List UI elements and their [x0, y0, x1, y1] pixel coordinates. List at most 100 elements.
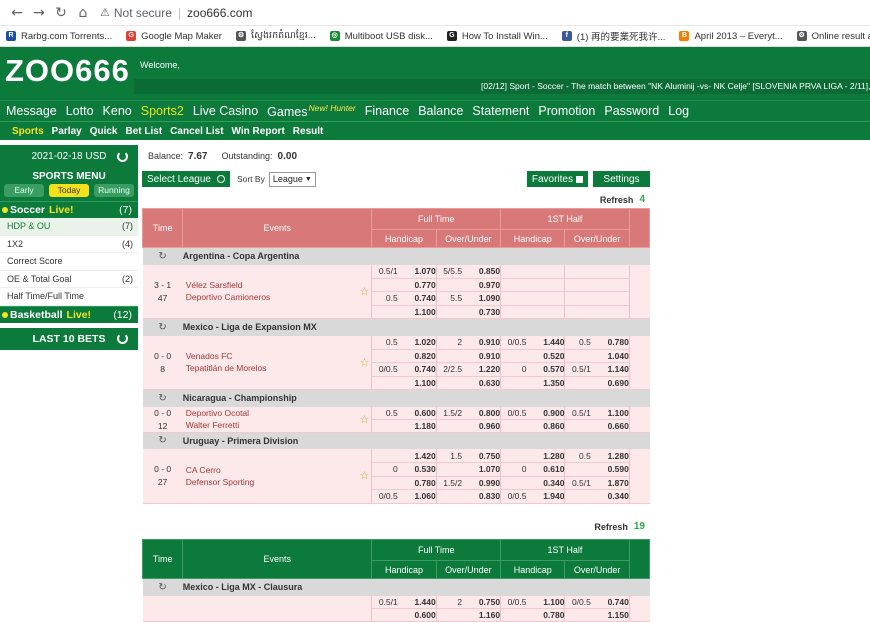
nav-sports2[interactable]: Sports2 [141, 104, 184, 118]
odds-cell[interactable]: 0.5/1 1.070 [371, 264, 437, 279]
bookmark-item[interactable]: G How To Install Win... [446, 31, 548, 42]
odds-cell[interactable]: 1.160 [435, 608, 501, 622]
odds-cell[interactable]: 0.5/1 1.100 [564, 406, 630, 420]
home-team[interactable]: Venados FC [186, 350, 360, 362]
odds-cell[interactable]: 0.960 [435, 419, 501, 433]
odds-cell[interactable]: 1.350 [500, 376, 565, 390]
odds-cell[interactable]: 0.730 [435, 305, 501, 319]
odds-cell[interactable]: 1.150 [564, 608, 630, 622]
odds-value[interactable]: 0.740 [404, 292, 435, 304]
odds-cell[interactable]: 0/0.5 1.100 [500, 595, 565, 609]
odds-cell[interactable] [500, 305, 565, 319]
select-league-button[interactable]: Select League [142, 171, 230, 187]
nav-keno[interactable]: Keno [103, 104, 132, 118]
odds-cell[interactable] [500, 278, 565, 292]
nav-finance[interactable]: Finance [365, 104, 409, 118]
sport-basketball[interactable]: Basketball Live! (12) [0, 305, 138, 323]
odds-value[interactable]: 1.150 [597, 609, 629, 621]
odds-cell[interactable]: 0.5/1 1.440 [371, 595, 437, 609]
subnav-sports[interactable]: Sports [12, 126, 44, 137]
odds-value[interactable]: 0.740 [404, 363, 435, 375]
odds-cell[interactable]: 0.690 [564, 376, 630, 390]
odds-value[interactable]: 0.780 [597, 336, 629, 348]
odds-value[interactable]: 1.440 [404, 596, 435, 608]
odds-cell[interactable]: 0.340 [500, 476, 565, 490]
odds-value[interactable]: 1.440 [532, 336, 564, 348]
odds-value[interactable]: 0.990 [468, 477, 500, 489]
odds-value[interactable]: 1.100 [404, 377, 435, 389]
star-icon[interactable]: ☆ [359, 356, 371, 369]
refresh-button[interactable]: Refresh [594, 522, 628, 532]
nav-promotion[interactable]: Promotion [538, 104, 595, 118]
odds-cell[interactable]: 0 0.570 [500, 362, 565, 377]
back-icon[interactable]: ← [6, 5, 28, 21]
sport-soccer[interactable]: Soccer Live! (7) [0, 201, 138, 218]
subnav-bet-list[interactable]: Bet List [126, 126, 163, 137]
odds-cell[interactable]: 1.5/2 0.990 [435, 476, 501, 490]
odds-cell[interactable]: 0.660 [564, 419, 630, 433]
odds-value[interactable]: 1.160 [468, 609, 500, 621]
odds-cell[interactable] [564, 305, 630, 319]
odds-cell[interactable]: 1.5/2 0.800 [435, 406, 501, 420]
nav-games[interactable]: GamesNew! Hunter [267, 103, 356, 119]
odds-cell[interactable]: 2 0.910 [435, 335, 501, 350]
odds-value[interactable]: 0.750 [468, 596, 500, 608]
odds-value[interactable]: 0.960 [468, 420, 500, 432]
nav-password[interactable]: Password [604, 104, 659, 118]
odds-cell[interactable]: 0/0.5 0.900 [500, 406, 565, 420]
odds-cell[interactable] [564, 264, 630, 279]
odds-value[interactable]: 0.740 [597, 596, 629, 608]
site-logo[interactable]: ZOO666 [5, 53, 130, 89]
subnav-result[interactable]: Result [293, 126, 324, 137]
subnav-quick[interactable]: Quick [90, 126, 118, 137]
odds-cell[interactable]: 0.5/1 1.870 [564, 476, 630, 490]
odds-cell[interactable]: 0.970 [435, 278, 501, 292]
odds-cell[interactable]: 2 0.750 [435, 595, 501, 609]
forward-icon[interactable]: → [28, 5, 50, 21]
odds-value[interactable]: 1.220 [468, 363, 500, 375]
odds-cell[interactable]: 1.5 0.750 [435, 449, 501, 463]
star-icon[interactable]: ☆ [359, 469, 371, 482]
last-10-bets-button[interactable]: LAST 10 BETS [0, 327, 138, 350]
odds-value[interactable]: 1.100 [404, 306, 435, 318]
odds-cell[interactable]: 5/5.5 0.850 [435, 264, 501, 279]
odds-cell[interactable]: 1.040 [564, 349, 630, 363]
bookmark-item[interactable]: G Google Map Maker [126, 31, 222, 42]
subnav-cancel-list[interactable]: Cancel List [170, 126, 223, 137]
odds-value[interactable]: 0.800 [468, 407, 500, 419]
away-team[interactable]: Tepatitlán de Morelos [186, 362, 360, 374]
sidebar-item[interactable]: Correct Score [0, 253, 138, 271]
odds-value[interactable]: 1.020 [404, 336, 435, 348]
refresh-icon[interactable] [117, 333, 128, 344]
odds-cell[interactable]: 0.830 [435, 489, 501, 504]
tab-early[interactable]: Early [4, 184, 44, 197]
nav-lotto[interactable]: Lotto [66, 104, 94, 118]
odds-value[interactable]: 0.830 [468, 490, 500, 502]
odds-cell[interactable]: 0.520 [500, 349, 565, 363]
odds-value[interactable]: 1.420 [404, 450, 435, 462]
sidebar-item[interactable]: HDP & OU (7) [0, 218, 138, 236]
bookmark-item[interactable]: f (1) 再的要業死我许... [561, 29, 665, 43]
odds-value[interactable]: 1.280 [532, 450, 564, 462]
odds-value[interactable]: 0.750 [468, 450, 500, 462]
bookmark-item[interactable]: ⚙ Online result app [796, 31, 870, 42]
odds-cell[interactable]: 1.070 [435, 462, 501, 477]
home-team[interactable]: CA Cerro [186, 464, 360, 476]
odds-value[interactable]: 0.910 [468, 350, 500, 362]
refresh-icon[interactable]: ↻ [142, 389, 183, 407]
odds-cell[interactable]: 0 0.530 [371, 462, 437, 477]
away-team[interactable]: Walter Ferretti [186, 419, 360, 431]
odds-cell[interactable]: 0 0.610 [500, 462, 565, 477]
tab-running[interactable]: Running [94, 184, 134, 197]
odds-cell[interactable] [500, 291, 565, 306]
odds-cell[interactable]: 0.600 [371, 608, 437, 622]
odds-value[interactable]: 1.040 [597, 350, 629, 362]
odds-value[interactable]: 0.850 [468, 265, 500, 277]
bookmark-item[interactable]: ◎ Multiboot USB disk... [329, 31, 433, 42]
sidebar-item[interactable]: 1X2 (4) [0, 236, 138, 253]
odds-cell[interactable]: 5.5 1.090 [435, 291, 501, 306]
odds-value[interactable]: 0.340 [532, 477, 564, 489]
odds-cell[interactable]: 0.5 0.600 [371, 406, 437, 420]
odds-value[interactable]: 0.590 [597, 463, 629, 475]
bookmark-item[interactable]: R Rarbg.com Torrents... [6, 31, 112, 42]
